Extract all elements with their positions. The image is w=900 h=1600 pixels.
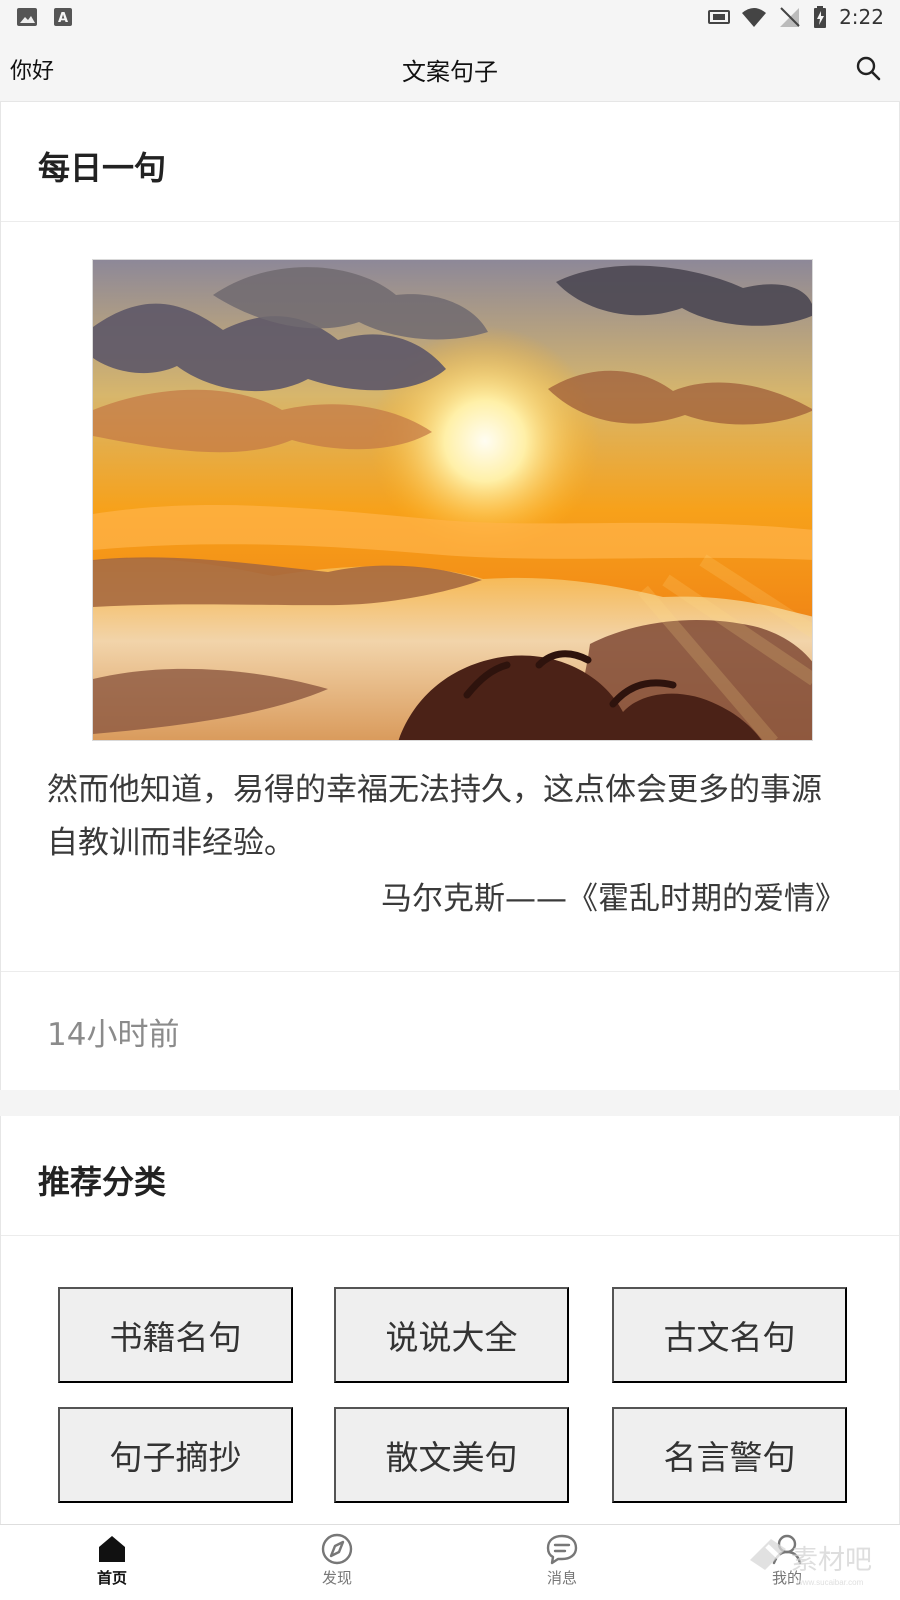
sunset-illustration — [93, 260, 812, 740]
category-section-title: 推荐分类 — [38, 1163, 167, 1201]
app-bar: 你好 文案句子 — [0, 36, 900, 102]
watermark-logo: 素材吧 www.sucaibar.com — [750, 1539, 872, 1587]
message-icon — [546, 1534, 578, 1565]
nav-discover-label: 发现 — [321, 1569, 352, 1587]
category-button-prose-lines[interactable]: 散文美句 — [334, 1407, 569, 1503]
daily-divider — [1, 971, 899, 972]
daily-timestamp: 14小时前 — [47, 1017, 180, 1053]
signal-icon — [780, 7, 800, 27]
nav-home-label: 首页 — [96, 1569, 127, 1587]
category-grid: 书籍名句 说说大全 古文名句 句子摘抄 散文美句 名言警句 — [58, 1287, 847, 1503]
wifi-icon — [742, 8, 767, 27]
daily-section-title: 每日一句 — [38, 149, 167, 187]
home-icon — [99, 1536, 125, 1562]
status-right-icons: 2:22 — [707, 5, 884, 29]
category-button-sentence-excerpts[interactable]: 句子摘抄 — [58, 1407, 293, 1503]
svg-text:A: A — [58, 11, 68, 26]
page-title: 文案句子 — [402, 58, 498, 86]
daily-sentence-card[interactable]: 每日一句 然而他知道，易得的幸福无法持久，这点体会更多的事源自教训而非经验。 马… — [0, 102, 900, 1090]
battery-icon — [814, 6, 827, 28]
status-left-icons: A — [16, 6, 74, 28]
daily-quote-source: 马尔克斯——《霍乱时期的爱情》 — [381, 881, 846, 917]
font-icon: A — [54, 8, 72, 26]
svg-text:素材吧: 素材吧 — [791, 1545, 872, 1575]
nav-discover[interactable]: 发现 — [277, 1533, 397, 1587]
recommended-categories-card: 推荐分类 书籍名句 说说大全 古文名句 句子摘抄 散文美句 名言警句 — [0, 1116, 900, 1524]
nav-messages[interactable]: 消息 — [502, 1533, 622, 1587]
nav-messages-label: 消息 — [546, 1569, 577, 1587]
category-section-header: 推荐分类 — [1, 1116, 899, 1236]
cast-icon — [708, 10, 731, 24]
daily-section-header: 每日一句 — [1, 102, 899, 222]
category-button-book-quotes[interactable]: 书籍名句 — [58, 1287, 293, 1383]
category-button-famous-sayings[interactable]: 名言警句 — [612, 1407, 847, 1503]
daily-quote: 然而他知道，易得的幸福无法持久，这点体会更多的事源自教训而非经验。 — [47, 772, 822, 861]
status-time: 2:22 — [839, 5, 884, 29]
compass-icon — [321, 1533, 353, 1565]
sunset-image[interactable] — [92, 259, 813, 741]
search-icon[interactable] — [854, 54, 882, 82]
status-bar: A 2:22 — [0, 0, 900, 36]
image-icon — [17, 8, 37, 26]
svg-text:www.sucaibar.com: www.sucaibar.com — [796, 1578, 864, 1587]
category-button-classical-quotes[interactable]: 古文名句 — [612, 1287, 847, 1383]
nav-home[interactable]: 首页 — [52, 1533, 172, 1587]
category-button-status-collection[interactable]: 说说大全 — [334, 1287, 569, 1383]
